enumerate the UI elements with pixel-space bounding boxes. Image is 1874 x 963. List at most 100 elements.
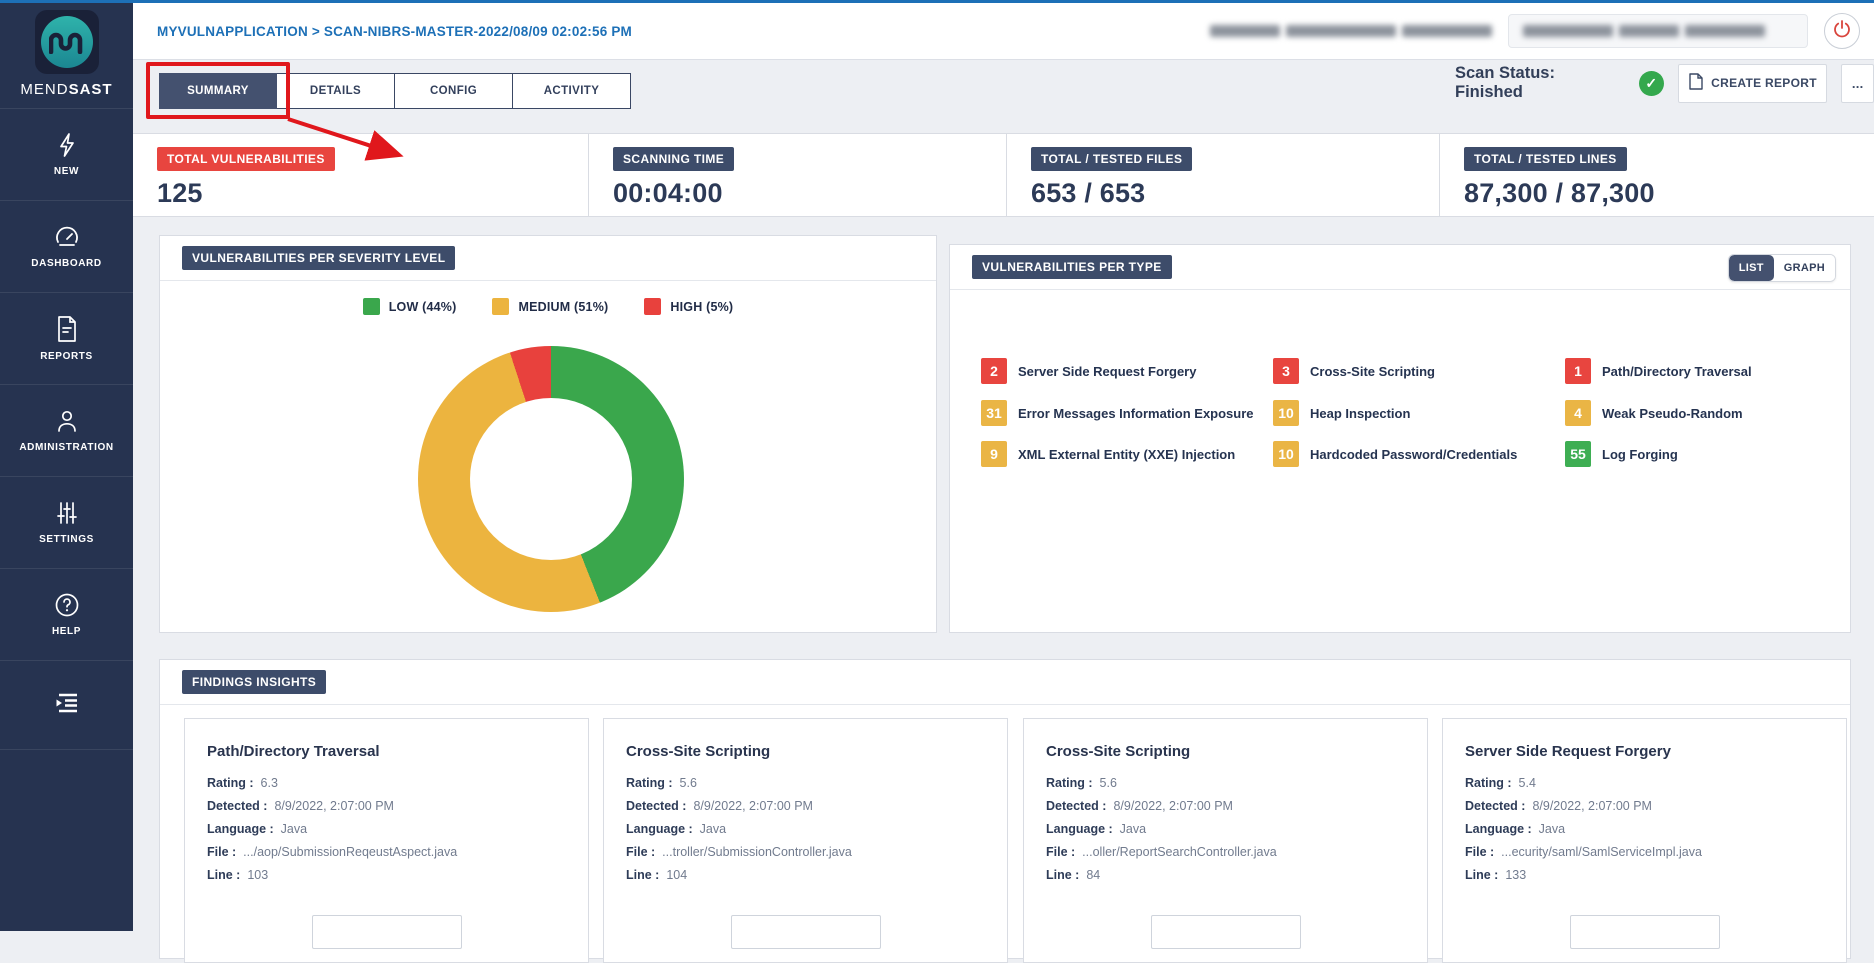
sidebar-item-settings[interactable]: SETTINGS xyxy=(0,476,133,568)
sidebar-item-new[interactable]: NEW xyxy=(0,108,133,200)
severity-legend: LOW (44%) MEDIUM (51%) HIGH (5%) xyxy=(160,298,936,315)
sidebar-item-help[interactable]: HELP xyxy=(0,568,133,660)
scan-status-text: Scan Status: Finished xyxy=(1455,64,1625,102)
finding-details-button[interactable] xyxy=(731,915,881,949)
donut-hole xyxy=(470,398,632,560)
user-name-redacted xyxy=(1210,25,1492,37)
scan-status-bar: Scan Status: Finished ✓ CREATE REPORT ..… xyxy=(1455,63,1874,103)
type-count-badge: 31 xyxy=(981,400,1007,426)
finding-line: 103 xyxy=(247,868,268,882)
list-graph-toggle: LIST GRAPH xyxy=(1728,254,1836,282)
severity-panel: VULNERABILITIES PER SEVERITY LEVEL LOW (… xyxy=(159,235,937,633)
stat-badge: TOTAL VULNERABILITIES xyxy=(157,147,335,171)
type-count-badge: 1 xyxy=(1565,358,1591,384)
finding-line: 84 xyxy=(1086,868,1100,882)
user-icon xyxy=(54,408,80,434)
help-icon xyxy=(54,592,80,618)
finding-detected: 8/9/2022, 2:07:00 PM xyxy=(274,799,394,813)
findings-insights-panel: FINDINGS INSIGHTS Path/Directory Travers… xyxy=(159,659,1851,959)
mend-wave-icon xyxy=(41,16,93,68)
severity-donut-wrap xyxy=(418,346,684,612)
power-icon xyxy=(1832,19,1852,44)
sidebar-item-label: ADMINISTRATION xyxy=(19,442,113,453)
type-count-badge: 4 xyxy=(1565,400,1591,426)
sidebar-item-label: HELP xyxy=(52,626,81,637)
finding-card: Cross-Site Scripting Rating :5.6 Detecte… xyxy=(603,718,1008,963)
finding-detected: 8/9/2022, 2:07:00 PM xyxy=(1532,799,1652,813)
logo-tile xyxy=(35,10,99,74)
create-report-button[interactable]: CREATE REPORT xyxy=(1678,64,1828,103)
org-selector-redacted[interactable] xyxy=(1508,14,1808,48)
finding-title: Path/Directory Traversal xyxy=(207,743,566,760)
breadcrumb: MYVULNAPPLICATION > SCAN-NIBRS-MASTER-20… xyxy=(157,24,632,39)
breadcrumb-scan-name: SCAN-NIBRS-MASTER-2022/08/09 02:02:56 PM xyxy=(324,24,632,39)
finding-details-button[interactable] xyxy=(312,915,462,949)
finding-file: ...troller/SubmissionController.java xyxy=(662,845,852,859)
finding-line: 133 xyxy=(1505,868,1526,882)
type-item: 31 Error Messages Information Exposure xyxy=(981,400,1254,426)
toggle-list[interactable]: LIST xyxy=(1729,255,1774,281)
stat-badge: TOTAL / TESTED FILES xyxy=(1031,147,1192,171)
breadcrumb-project-link[interactable]: MYVULNAPPLICATION xyxy=(157,24,308,39)
header-bar: MYVULNAPPLICATION > SCAN-NIBRS-MASTER-20… xyxy=(133,3,1874,60)
finding-line: 104 xyxy=(666,868,687,882)
type-item: 1 Path/Directory Traversal xyxy=(1565,358,1752,384)
vulnerability-types-panel: VULNERABILITIES PER TYPE LIST GRAPH 2 Se… xyxy=(949,244,1851,633)
finding-language: Java xyxy=(1539,822,1565,836)
type-item: 3 Cross-Site Scripting xyxy=(1273,358,1435,384)
finding-file: ...oller/ReportSearchController.java xyxy=(1082,845,1277,859)
finding-rating: 5.4 xyxy=(1519,776,1536,790)
logout-button[interactable] xyxy=(1824,13,1860,49)
tab-config[interactable]: CONFIG xyxy=(395,73,513,109)
legend-swatch-low xyxy=(363,298,380,315)
tab-summary[interactable]: SUMMARY xyxy=(159,73,277,109)
finding-details-button[interactable] xyxy=(1151,915,1301,949)
sidebar-collapse-button[interactable] xyxy=(0,660,133,750)
legend-item-medium[interactable]: MEDIUM (51%) xyxy=(492,298,608,315)
sidebar-item-label: NEW xyxy=(54,166,79,177)
tab-activity[interactable]: ACTIVITY xyxy=(513,73,631,109)
app-logo[interactable]: MENDSAST xyxy=(0,0,133,108)
scan-tabs: SUMMARY DETAILS CONFIG ACTIVITY xyxy=(159,73,631,109)
findings-panel-title: FINDINGS INSIGHTS xyxy=(182,670,326,694)
type-item: 10 Heap Inspection xyxy=(1273,400,1410,426)
finding-language: Java xyxy=(1120,822,1146,836)
finding-rating: 5.6 xyxy=(680,776,697,790)
type-item: 2 Server Side Request Forgery xyxy=(981,358,1196,384)
report-doc-icon xyxy=(1688,73,1703,93)
toggle-graph[interactable]: GRAPH xyxy=(1774,255,1835,281)
finding-details-button[interactable] xyxy=(1570,915,1720,949)
finding-title: Server Side Request Forgery xyxy=(1465,743,1824,760)
type-count-badge: 10 xyxy=(1273,400,1299,426)
lightning-icon xyxy=(54,132,80,158)
legend-item-low[interactable]: LOW (44%) xyxy=(363,298,457,315)
tab-details[interactable]: DETAILS xyxy=(277,73,395,109)
stat-scanning-time: SCANNING TIME 00:04:00 xyxy=(589,134,1007,216)
type-count-badge: 55 xyxy=(1565,441,1591,467)
legend-item-high[interactable]: HIGH (5%) xyxy=(644,298,733,315)
type-count-badge: 9 xyxy=(981,441,1007,467)
finding-language: Java xyxy=(700,822,726,836)
finished-check-icon: ✓ xyxy=(1639,71,1664,96)
sidebar-item-dashboard[interactable]: DASHBOARD xyxy=(0,200,133,292)
sidebar-item-administration[interactable]: ADMINISTRATION xyxy=(0,384,133,476)
sidebar: MENDSAST NEW DASHBOARD REPORTS ADMINISTR… xyxy=(0,0,133,931)
stat-value: 125 xyxy=(157,178,588,209)
legend-swatch-high xyxy=(644,298,661,315)
finding-detected: 8/9/2022, 2:07:00 PM xyxy=(1113,799,1233,813)
sliders-icon xyxy=(54,500,80,526)
stat-badge: TOTAL / TESTED LINES xyxy=(1464,147,1627,171)
top-accent-bar xyxy=(0,0,1874,3)
type-item: 10 Hardcoded Password/Credentials xyxy=(1273,441,1517,467)
finding-detected: 8/9/2022, 2:07:00 PM xyxy=(693,799,813,813)
type-item: 55 Log Forging xyxy=(1565,441,1678,467)
stat-tested-lines: TOTAL / TESTED LINES 87,300 / 87,300 xyxy=(1440,134,1874,216)
type-count-badge: 2 xyxy=(981,358,1007,384)
stat-cards-row: TOTAL VULNERABILITIES 125 SCANNING TIME … xyxy=(133,133,1874,217)
type-item: 9 XML External Entity (XXE) Injection xyxy=(981,441,1235,467)
more-actions-button[interactable]: ... xyxy=(1841,64,1874,103)
type-item: 4 Weak Pseudo-Random xyxy=(1565,400,1743,426)
logo-wordmark: MENDSAST xyxy=(20,81,112,98)
finding-card: Server Side Request Forgery Rating :5.4 … xyxy=(1442,718,1847,963)
sidebar-item-reports[interactable]: REPORTS xyxy=(0,292,133,384)
